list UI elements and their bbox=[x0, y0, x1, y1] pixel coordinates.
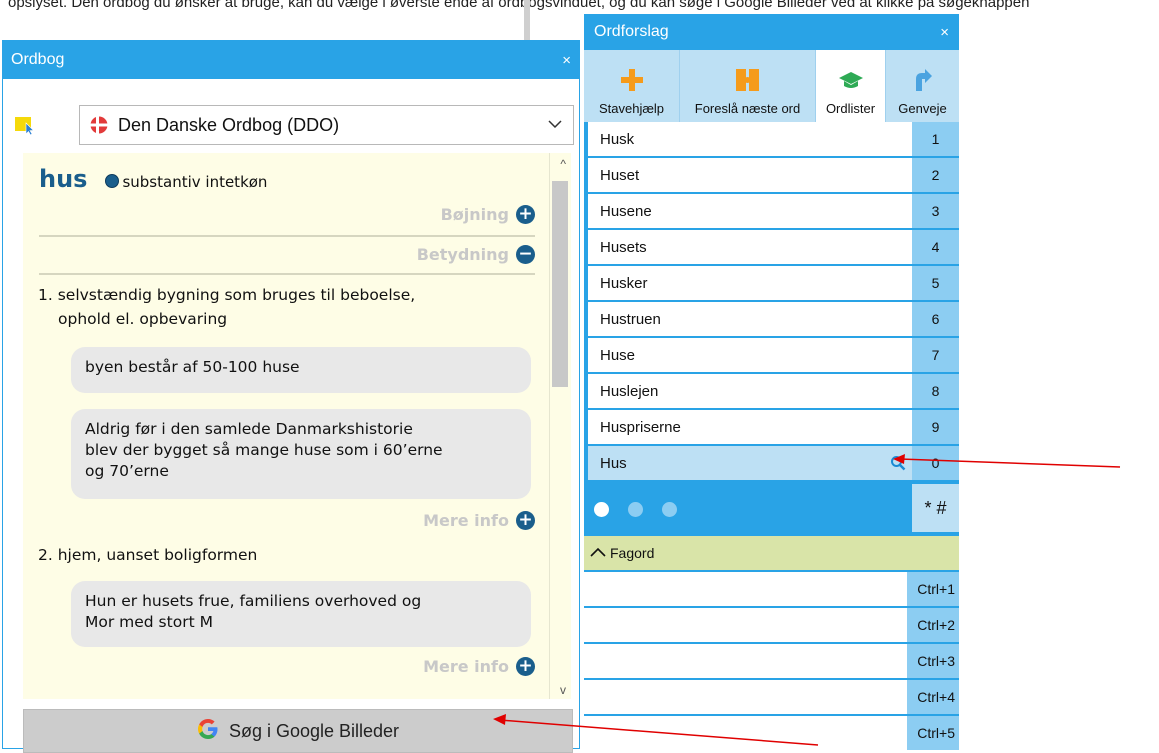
arrow-head bbox=[893, 454, 905, 464]
arrow-to-search-icon bbox=[899, 458, 1121, 468]
arrow-to-google-button bbox=[499, 719, 819, 746]
arrow-head bbox=[493, 714, 506, 725]
annotation-arrows bbox=[493, 454, 1121, 746]
